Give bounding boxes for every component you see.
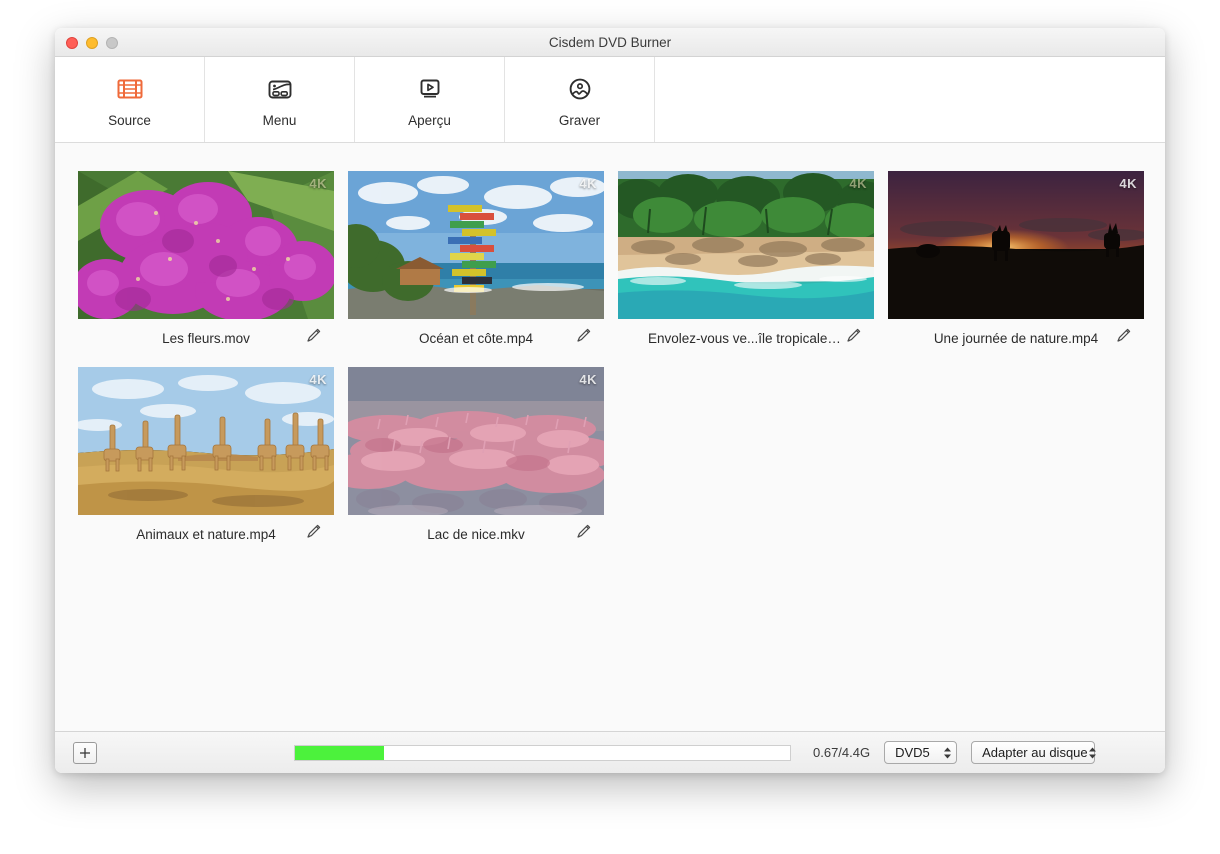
window-title: Cisdem DVD Burner — [55, 28, 1165, 57]
tab-menu[interactable]: Menu — [205, 57, 355, 142]
list-item[interactable]: 4K Animaux et nature.mp4 — [78, 367, 334, 553]
video-caption: Une journée de nature.mp4 — [888, 319, 1144, 357]
video-title: Envolez-vous ve...île tropicale.mp4 — [648, 331, 844, 346]
chevron-updown-icon — [1088, 746, 1097, 760]
video-caption: Animaux et nature.mp4 — [78, 515, 334, 553]
video-thumbnail[interactable]: 4K — [78, 171, 334, 319]
burn-disc-icon — [564, 72, 596, 106]
tab-source-label: Source — [108, 113, 151, 128]
disc-type-value: DVD5 — [895, 745, 930, 760]
video-caption: Envolez-vous ve...île tropicale.mp4 — [618, 319, 874, 357]
source-content-area: 4K Les fleurs.mov — [55, 143, 1165, 731]
video-thumbnail[interactable]: 4K — [348, 367, 604, 515]
status-bar: 0.67/4.4G DVD5 Adapter au disque — [55, 731, 1165, 773]
video-thumbnail[interactable]: 4K — [348, 171, 604, 319]
toolbar-empty-area — [655, 57, 1165, 142]
badge-4k: 4K — [1119, 176, 1137, 191]
badge-4k: 4K — [579, 176, 597, 191]
badge-4k: 4K — [309, 372, 327, 387]
pencil-icon[interactable] — [845, 327, 862, 349]
toolbar: Source Menu Ap — [55, 57, 1165, 143]
badge-4k: 4K — [849, 176, 867, 191]
pencil-icon[interactable] — [305, 523, 322, 545]
tab-graver[interactable]: Graver — [505, 57, 655, 142]
film-strip-icon — [114, 72, 146, 106]
tab-apercu-label: Aperçu — [408, 113, 451, 128]
video-thumbnail[interactable]: 4K — [618, 171, 874, 319]
list-item[interactable]: 4K Lac de nice.mkv — [348, 367, 604, 553]
badge-4k: 4K — [309, 176, 327, 191]
pencil-icon[interactable] — [1115, 327, 1132, 349]
video-title: Une journée de nature.mp4 — [934, 331, 1098, 346]
video-grid: 4K Les fleurs.mov — [78, 171, 1148, 553]
tab-graver-label: Graver — [559, 113, 600, 128]
disc-usage-progress — [294, 745, 791, 761]
app-window: Cisdem DVD Burner Source — [55, 28, 1165, 773]
disc-type-select[interactable]: DVD5 — [884, 741, 957, 764]
pencil-icon[interactable] — [305, 327, 322, 349]
tab-apercu[interactable]: Aperçu — [355, 57, 505, 142]
plus-icon — [78, 746, 92, 760]
pencil-icon[interactable] — [575, 523, 592, 545]
list-item[interactable]: 4K Envolez-vous ve...île tropicale.mp4 — [618, 171, 874, 357]
fit-mode-select[interactable]: Adapter au disque — [971, 741, 1095, 764]
list-item[interactable]: 4K Océan et côte.mp4 — [348, 171, 604, 357]
badge-4k: 4K — [579, 372, 597, 387]
video-title: Les fleurs.mov — [162, 331, 250, 346]
disc-size-label: 0.67/4.4G — [813, 745, 870, 760]
video-title: Animaux et nature.mp4 — [136, 527, 276, 542]
video-thumbnail[interactable]: 4K — [78, 367, 334, 515]
video-title: Océan et côte.mp4 — [419, 331, 533, 346]
tab-menu-label: Menu — [263, 113, 297, 128]
video-thumbnail[interactable]: 4K — [888, 171, 1144, 319]
add-file-button[interactable] — [73, 742, 97, 764]
progress-fill — [295, 746, 384, 760]
title-bar: Cisdem DVD Burner — [55, 28, 1165, 57]
chevron-updown-icon — [943, 746, 952, 760]
tab-source[interactable]: Source — [55, 57, 205, 142]
video-caption: Les fleurs.mov — [78, 319, 334, 357]
video-title: Lac de nice.mkv — [427, 527, 525, 542]
fit-mode-value: Adapter au disque — [982, 745, 1088, 760]
preview-play-icon — [414, 72, 446, 106]
menu-layout-icon — [264, 72, 296, 106]
list-item[interactable]: 4K Les fleurs.mov — [78, 171, 334, 357]
pencil-icon[interactable] — [575, 327, 592, 349]
video-caption: Océan et côte.mp4 — [348, 319, 604, 357]
video-caption: Lac de nice.mkv — [348, 515, 604, 553]
list-item[interactable]: 4K Une journée de nature.mp4 — [888, 171, 1144, 357]
